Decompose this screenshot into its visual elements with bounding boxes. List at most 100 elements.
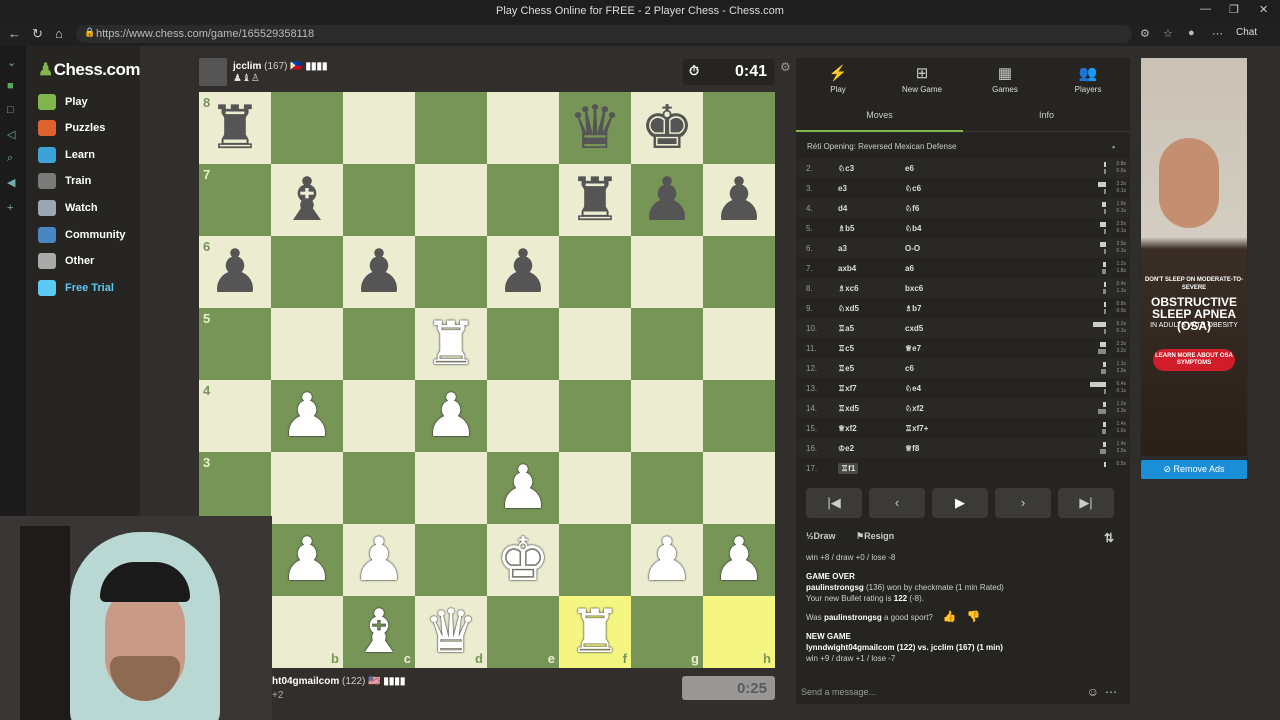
square-g8[interactable]: ♚ <box>631 92 703 164</box>
black-move[interactable]: e6 <box>905 164 914 173</box>
white-move[interactable]: e3 <box>838 184 847 193</box>
chess-board[interactable]: 8♜♛♚7♝♜♟♟6♟♟♟5♜4♟♟3♟2♟♟♟♚♟♟1abc♝d♛ef♜gh <box>199 92 775 668</box>
player-username[interactable]: ht04gmailcom <box>272 676 339 687</box>
white-piece[interactable]: ♜ <box>424 308 478 380</box>
square-h1[interactable]: h <box>703 596 775 668</box>
emoji-icon[interactable]: ☺ <box>1087 685 1099 699</box>
black-piece[interactable]: ♟ <box>712 164 766 236</box>
white-move[interactable]: a3 <box>838 244 847 253</box>
square-e5[interactable] <box>487 308 559 380</box>
square-h5[interactable] <box>703 308 775 380</box>
copilot-chat-button[interactable]: Chat <box>1236 27 1257 38</box>
black-move[interactable]: a6 <box>905 264 914 273</box>
white-move[interactable]: ♗b5 <box>838 224 855 233</box>
square-a3[interactable]: 3 <box>199 452 271 524</box>
white-move[interactable]: ♖f1 <box>838 463 859 474</box>
rail-icon[interactable]: □ <box>7 104 14 116</box>
square-g7[interactable]: ♟ <box>631 164 703 236</box>
previous-move-button[interactable]: ‹ <box>869 488 925 518</box>
white-move[interactable]: axb4 <box>838 264 856 273</box>
tab-play[interactable]: ⚡ Play <box>796 64 880 94</box>
collapse-icon[interactable]: ⌄ <box>7 56 16 69</box>
square-d7[interactable] <box>415 164 487 236</box>
refresh-icon[interactable]: ↻ <box>32 27 43 41</box>
rail-icon[interactable]: ■ <box>7 80 14 92</box>
white-move[interactable]: ♖e5 <box>838 364 854 373</box>
square-e2[interactable]: ♚ <box>487 524 559 596</box>
square-a6[interactable]: 6 ♟ <box>199 236 271 308</box>
white-piece[interactable]: ♛ <box>424 596 478 668</box>
square-e8[interactable] <box>487 92 559 164</box>
square-d1[interactable]: d ♛ <box>415 596 487 668</box>
sidebar-item-other[interactable]: Other <box>38 250 94 272</box>
square-d2[interactable] <box>415 524 487 596</box>
square-c6[interactable]: ♟ <box>343 236 415 308</box>
tab-moves[interactable]: Moves <box>796 102 963 132</box>
square-b2[interactable]: ♟ <box>271 524 343 596</box>
white-move[interactable]: ♘xd5 <box>838 304 859 313</box>
ad-image[interactable]: DON'T SLEEP ON MODERATE-TO-SEVERE OBSTRU… <box>1141 58 1247 456</box>
sidebar-item-free-trial[interactable]: Free Trial <box>38 277 114 299</box>
square-e4[interactable] <box>487 380 559 452</box>
white-piece[interactable]: ♟ <box>496 452 550 524</box>
square-b5[interactable] <box>271 308 343 380</box>
next-move-button[interactable]: › <box>995 488 1051 518</box>
black-move[interactable]: ♘b4 <box>905 224 922 233</box>
square-b4[interactable]: ♟ <box>271 380 343 452</box>
square-d3[interactable] <box>415 452 487 524</box>
board-settings-icon[interactable]: ⚙ <box>780 60 791 74</box>
square-g1[interactable]: g <box>631 596 703 668</box>
thumbs-up-icon[interactable]: 👍 <box>943 612 957 623</box>
opponent-name[interactable]: jcclim (167) 🇵🇭 ▮▮▮▮ <box>233 61 328 72</box>
square-g5[interactable] <box>631 308 703 380</box>
square-f6[interactable] <box>559 236 631 308</box>
square-b8[interactable] <box>271 92 343 164</box>
resign-button[interactable]: ⚑ Resign <box>856 531 894 542</box>
black-move[interactable]: ♘e4 <box>905 384 921 393</box>
square-h2[interactable]: ♟ <box>703 524 775 596</box>
square-a7[interactable]: 7 <box>199 164 271 236</box>
white-piece[interactable]: ♟ <box>280 524 334 596</box>
play-moves-button[interactable]: ▶ <box>932 488 988 518</box>
square-e3[interactable]: ♟ <box>487 452 559 524</box>
opening-name[interactable]: Réti Opening: Reversed Mexican Defense <box>807 142 956 151</box>
black-move[interactable]: c6 <box>905 364 914 373</box>
square-a5[interactable]: 5 <box>199 308 271 380</box>
sidebar-item-puzzles[interactable]: Puzzles <box>38 117 105 139</box>
white-piece[interactable]: ♟ <box>712 524 766 596</box>
rail-icon[interactable]: ⌕ <box>7 152 13 165</box>
square-b7[interactable]: ♝ <box>271 164 343 236</box>
square-b6[interactable] <box>271 236 343 308</box>
white-move[interactable]: ♖xd5 <box>838 404 859 413</box>
white-piece[interactable]: ♟ <box>424 380 478 452</box>
square-d6[interactable] <box>415 236 487 308</box>
square-g6[interactable] <box>631 236 703 308</box>
sidebar-item-play[interactable]: Play <box>38 91 88 113</box>
black-move[interactable]: ♘xf2 <box>905 404 924 413</box>
chess-logo[interactable]: ♟Chess.com <box>38 60 140 80</box>
black-piece[interactable]: ♜ <box>208 92 262 164</box>
square-c7[interactable] <box>343 164 415 236</box>
close-icon[interactable]: ✕ <box>1259 3 1268 16</box>
first-move-button[interactable]: |◀ <box>806 488 862 518</box>
sidebar-item-learn[interactable]: Learn <box>38 144 95 166</box>
white-piece[interactable]: ♜ <box>568 596 622 668</box>
white-move[interactable]: ♖a5 <box>838 324 854 333</box>
square-c2[interactable]: ♟ <box>343 524 415 596</box>
black-move[interactable]: ♘f6 <box>905 204 919 213</box>
add-icon[interactable]: + <box>7 202 13 214</box>
profile-icon[interactable]: ● <box>1188 27 1195 39</box>
square-g2[interactable]: ♟ <box>631 524 703 596</box>
white-piece[interactable]: ♟ <box>280 380 334 452</box>
extensions-icon[interactable]: ⚙ <box>1140 27 1150 40</box>
tab-new-game[interactable]: ⊞ New Game <box>880 64 964 94</box>
black-move[interactable]: ♘c6 <box>905 184 921 193</box>
black-move[interactable]: ♗b7 <box>905 304 922 313</box>
square-f3[interactable] <box>559 452 631 524</box>
black-move[interactable]: ♖xf7+ <box>905 424 928 433</box>
tab-players[interactable]: 👥 Players <box>1046 64 1130 94</box>
square-h7[interactable]: ♟ <box>703 164 775 236</box>
url-field[interactable]: 🔒 https://www.chess.com/game/16552935811… <box>76 25 1132 43</box>
maximize-icon[interactable]: ❐ <box>1229 3 1239 16</box>
white-move[interactable]: ♘c3 <box>838 164 854 173</box>
